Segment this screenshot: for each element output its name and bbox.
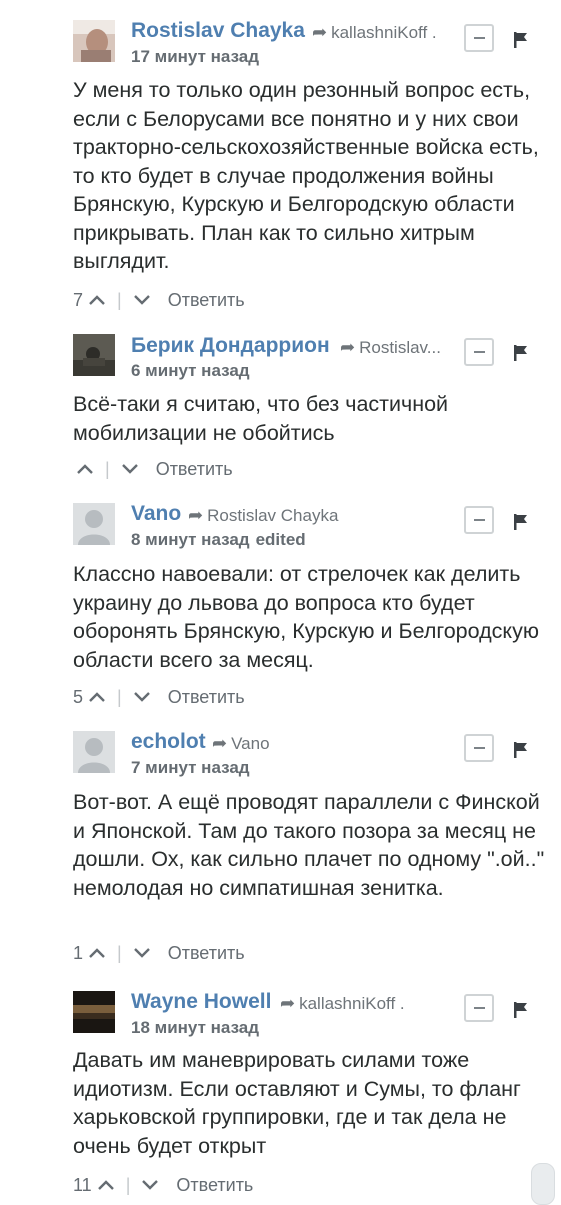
share-arrow-icon: ➦: [340, 337, 356, 357]
reply-to-name[interactable]: Rostislav Chayka: [207, 506, 338, 526]
avatar[interactable]: [73, 731, 115, 773]
comment-actions: 7 | Ответить: [73, 288, 245, 312]
flag-icon[interactable]: [514, 345, 528, 361]
avatar[interactable]: [73, 503, 115, 545]
reply-to[interactable]: ➦ Rostislav...: [340, 337, 441, 358]
reply-to-name[interactable]: Rostislav...: [359, 338, 441, 358]
upvote-count: 7: [73, 289, 84, 310]
author-name[interactable]: echolot: [131, 730, 206, 754]
chevron-down-icon[interactable]: [133, 948, 150, 958]
avatar[interactable]: [73, 334, 115, 376]
collapse-button[interactable]: [464, 24, 494, 52]
scroll-to-top-button[interactable]: [531, 1163, 555, 1205]
flag-icon[interactable]: [514, 514, 528, 530]
comment-actions: | Ответить: [73, 457, 233, 481]
timestamp[interactable]: 6 минут назад: [131, 361, 250, 381]
chevron-up-icon[interactable]: [89, 692, 105, 702]
collapse-button[interactable]: [464, 734, 494, 762]
chevron-down-icon[interactable]: [133, 692, 150, 702]
flag-icon[interactable]: [514, 742, 528, 758]
reply-button[interactable]: Ответить: [168, 687, 245, 708]
reply-button[interactable]: Ответить: [156, 459, 233, 480]
collapse-button[interactable]: [464, 994, 494, 1022]
reply-to-name[interactable]: Vano: [231, 734, 269, 754]
author-name[interactable]: Wayne Howell: [131, 990, 271, 1014]
flag-icon[interactable]: [514, 1002, 528, 1018]
share-arrow-icon: ➦: [280, 993, 296, 1013]
divider: |: [125, 1174, 131, 1195]
timestamp-text[interactable]: 8 минут назад: [131, 530, 250, 549]
chevron-down-icon[interactable]: [133, 295, 150, 305]
timestamp[interactable]: 17 минут назад: [131, 47, 259, 67]
edited-label: edited: [255, 530, 306, 549]
reply-button[interactable]: Ответить: [168, 943, 245, 964]
comment-actions: 5 | Ответить: [73, 685, 245, 709]
divider: |: [117, 942, 122, 963]
comment-text: У меня то только один резонный вопрос ес…: [73, 78, 539, 273]
share-arrow-icon: ➦: [312, 22, 328, 42]
author-name[interactable]: Vano: [131, 502, 181, 526]
comment-text: Классно навоевали: от стрелочек как дели…: [73, 562, 539, 672]
reply-button[interactable]: Ответить: [168, 290, 245, 311]
upvote-count: 1: [73, 942, 84, 963]
chevron-up-icon[interactable]: [77, 464, 93, 474]
divider: |: [117, 686, 122, 707]
upvote-count: 5: [73, 686, 84, 707]
timestamp[interactable]: 8 минут назад edited: [131, 530, 306, 550]
avatar[interactable]: [73, 20, 115, 62]
collapse-button[interactable]: [464, 338, 494, 366]
reply-to[interactable]: ➦ kallashniKoff .: [312, 22, 437, 43]
timestamp[interactable]: 7 минут назад: [131, 758, 250, 778]
comment-text: Всё-таки я считаю, что без частичной моб…: [73, 392, 449, 445]
upvote-count: 11: [73, 1174, 92, 1195]
chevron-up-icon[interactable]: [89, 948, 105, 958]
comment-text: Вот-вот. А ещё проводят параллели с Финс…: [73, 790, 545, 900]
chevron-down-icon[interactable]: [121, 464, 138, 474]
divider: |: [117, 289, 122, 310]
flag-icon[interactable]: [514, 32, 528, 48]
reply-to-name[interactable]: kallashniKoff .: [331, 23, 437, 43]
reply-to-name[interactable]: kallashniKoff .: [299, 994, 405, 1014]
reply-button[interactable]: Ответить: [176, 1175, 253, 1196]
timestamp[interactable]: 18 минут назад: [131, 1018, 259, 1038]
comment-actions: 11 | Ответить: [73, 1173, 253, 1197]
author-name[interactable]: Берик Дондаррион: [131, 334, 330, 358]
comment-actions: 1 | Ответить: [73, 941, 245, 965]
share-arrow-icon: ➦: [212, 733, 228, 753]
divider: |: [105, 458, 110, 479]
share-arrow-icon: ➦: [188, 505, 204, 525]
reply-to[interactable]: ➦ Rostislav Chayka: [188, 505, 338, 526]
chevron-down-icon[interactable]: [142, 1180, 159, 1190]
reply-to[interactable]: ➦ kallashniKoff .: [280, 993, 405, 1014]
reply-to[interactable]: ➦ Vano: [212, 733, 270, 754]
chevron-up-icon[interactable]: [89, 295, 105, 305]
collapse-button[interactable]: [464, 506, 494, 534]
avatar[interactable]: [73, 991, 115, 1033]
author-name[interactable]: Rostislav Chayka: [131, 19, 305, 43]
comment-text: Давать им маневрировать силами тоже идио…: [73, 1048, 521, 1158]
chevron-up-icon[interactable]: [97, 1180, 114, 1190]
